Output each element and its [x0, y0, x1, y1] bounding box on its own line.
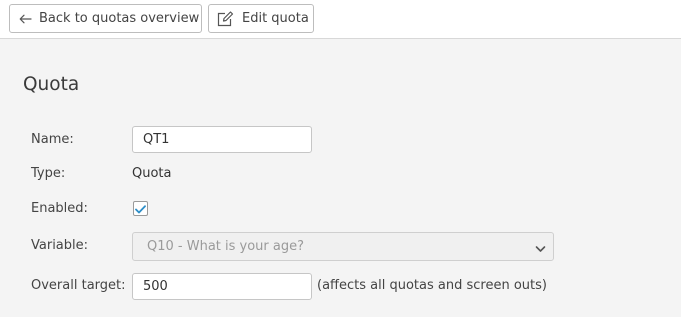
name-field[interactable]: [132, 126, 312, 153]
overall-target-hint: (affects all quotas and screen outs): [317, 278, 547, 293]
quota-details-panel: Quota Name: Type: Quota Enabled: Variabl…: [0, 40, 681, 317]
arrow-left-icon: [19, 14, 32, 24]
type-value: Quota: [132, 166, 172, 181]
enabled-label: Enabled:: [31, 201, 88, 216]
page-title: Quota: [23, 74, 80, 95]
type-label: Type:: [31, 166, 66, 181]
enabled-checkbox[interactable]: [133, 201, 148, 216]
edit-quota-button[interactable]: Edit quota: [208, 4, 314, 33]
chevron-down-icon: [535, 242, 546, 257]
variable-label: Variable:: [31, 238, 89, 253]
overall-target-field[interactable]: [132, 273, 312, 300]
toolbar: Back to quotas overview Edit quota: [0, 0, 681, 39]
back-button-label: Back to quotas overview: [39, 11, 200, 26]
variable-select[interactable]: Q10 - What is your age?: [132, 232, 554, 261]
overall-target-label: Overall target:: [31, 278, 126, 293]
back-to-quotas-button[interactable]: Back to quotas overview: [9, 4, 202, 33]
edit-pencil-icon: [217, 10, 234, 27]
edit-button-label: Edit quota: [242, 11, 309, 26]
name-label: Name:: [31, 132, 74, 147]
variable-select-value: Q10 - What is your age?: [147, 239, 305, 254]
checkmark-icon: [135, 199, 146, 218]
